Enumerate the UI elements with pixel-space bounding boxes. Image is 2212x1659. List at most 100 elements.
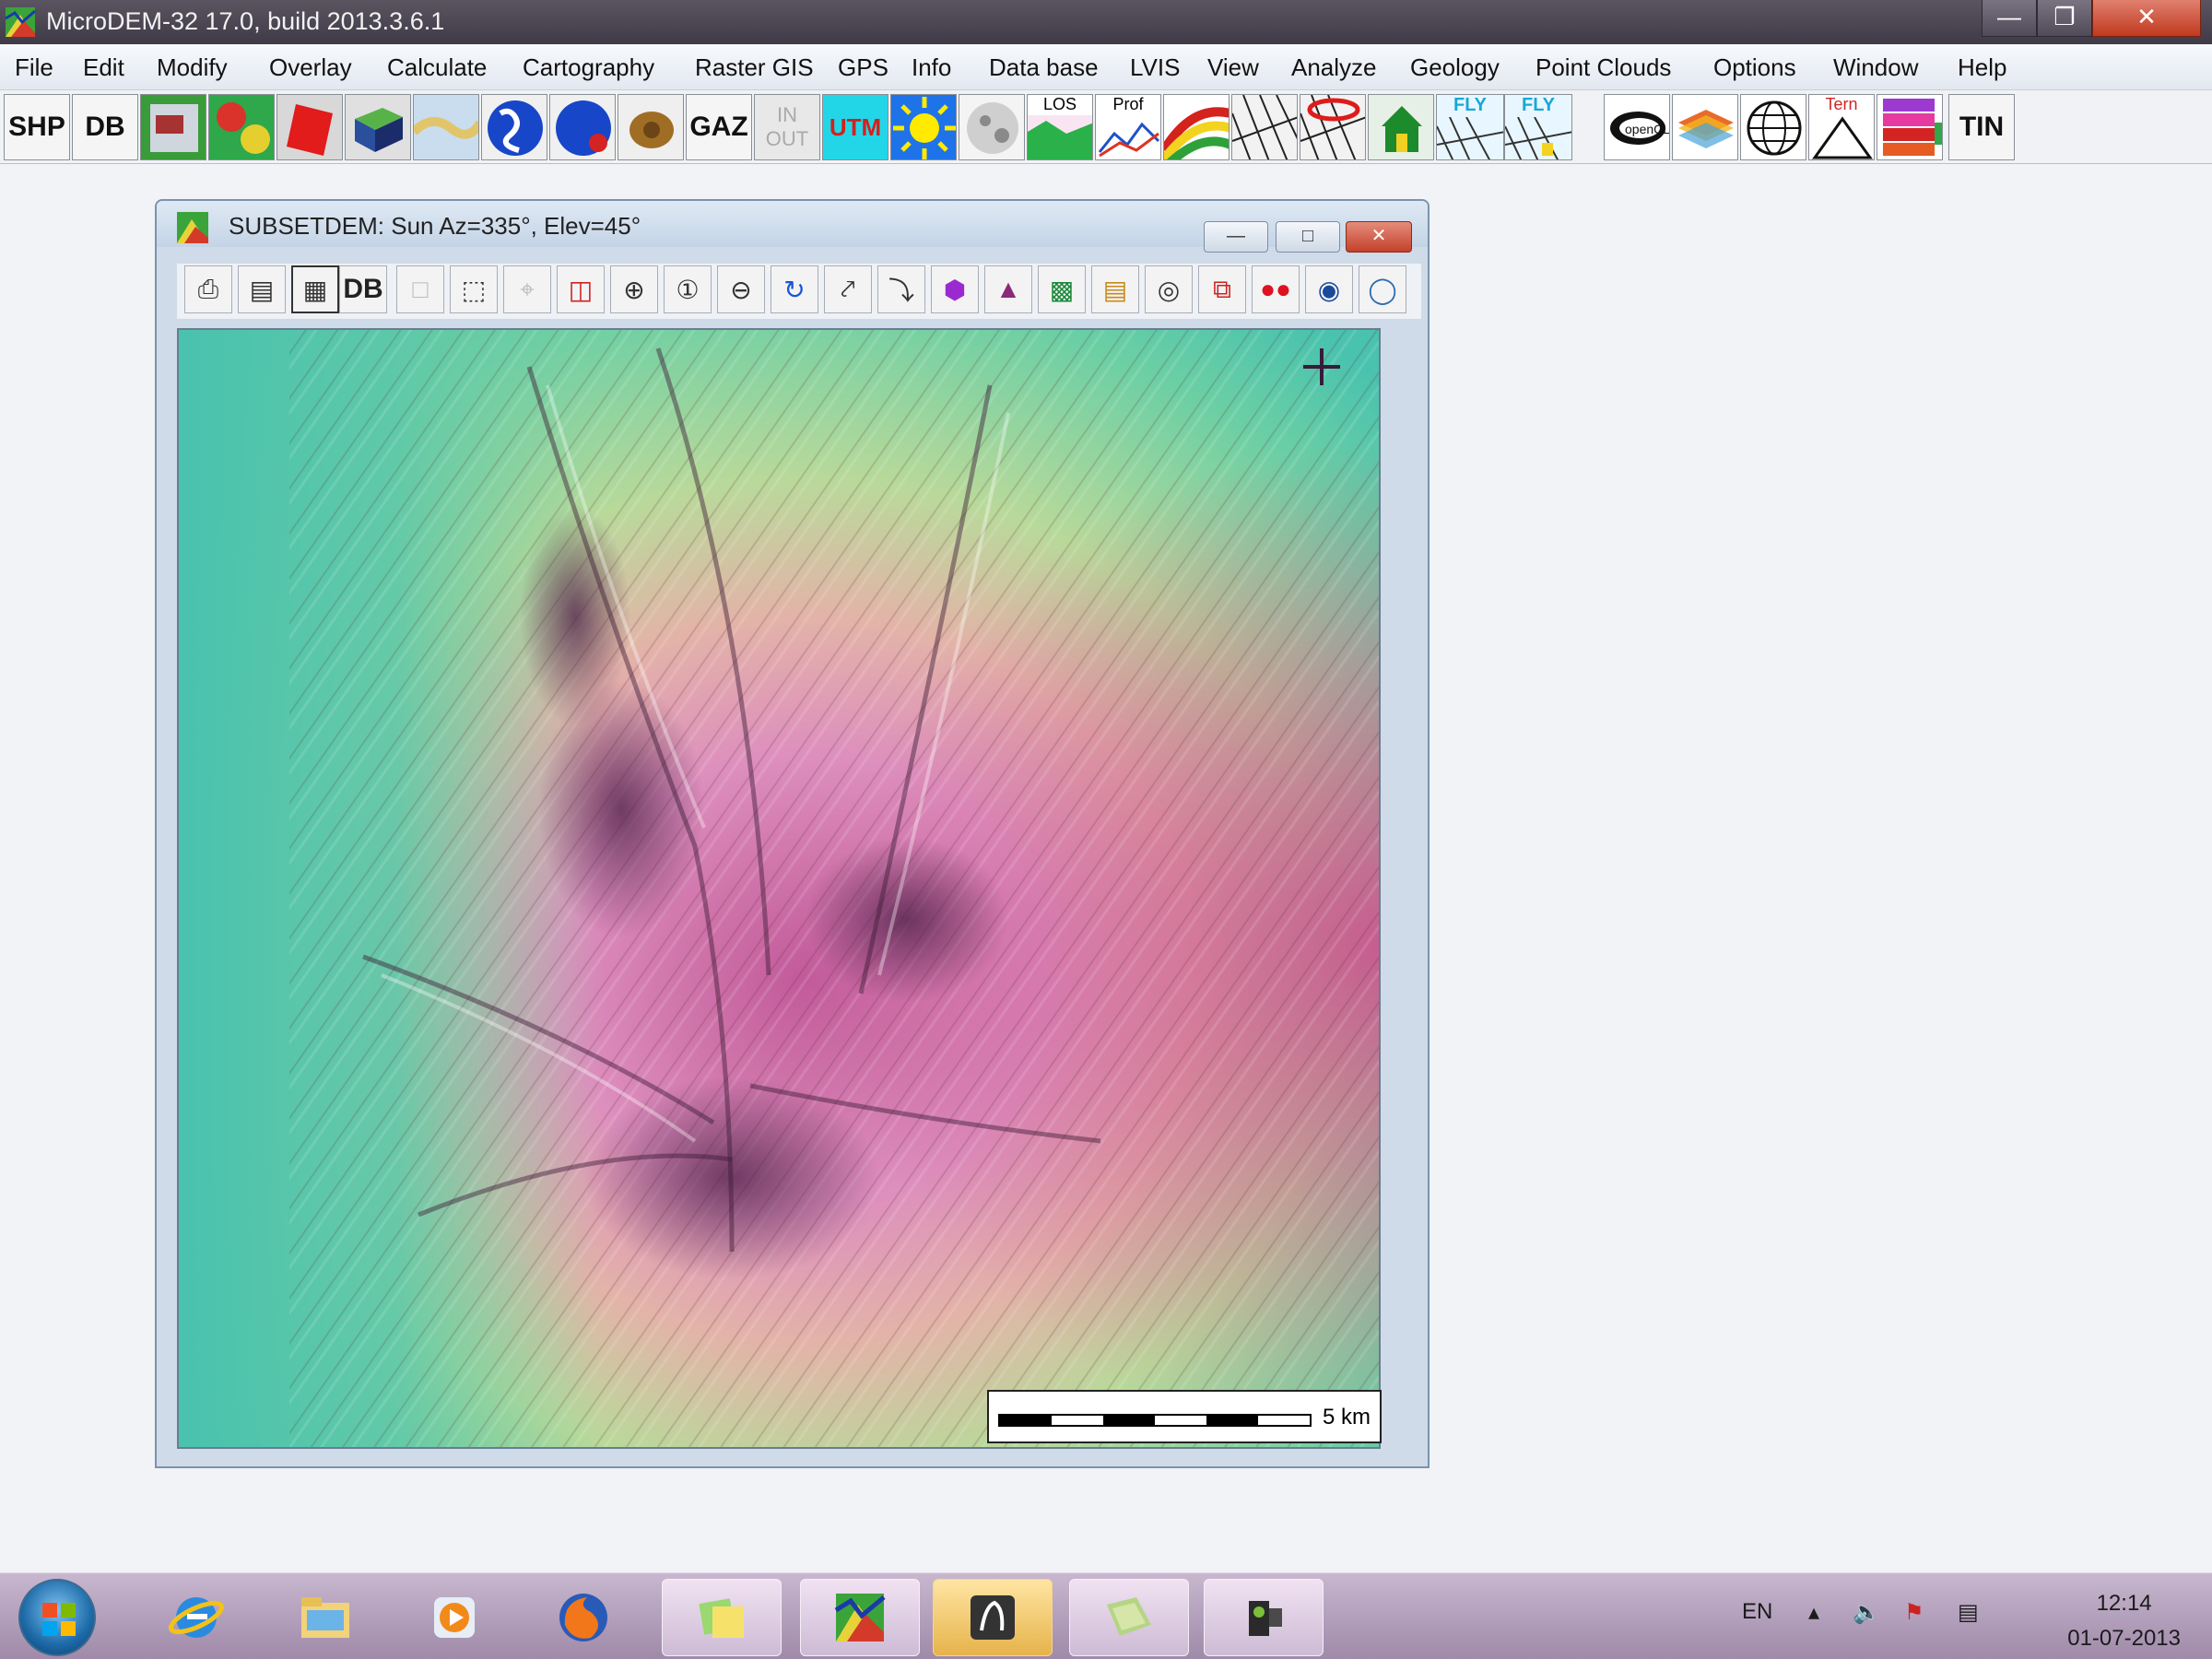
utm-button[interactable]: UTM [822,94,888,160]
action-center-button[interactable]: ⚑ [1904,1599,1924,1626]
measure-distance-button[interactable]: ⤤ [824,265,872,313]
turtle-button[interactable] [618,94,684,160]
area-polygon-button[interactable]: ⬢ [931,265,979,313]
zoom-full-icon: ① [676,275,700,304]
taskbar-file-explorer[interactable] [265,1579,385,1656]
gazetteer-button[interactable]: GAZ [686,94,752,160]
opencl-button[interactable]: openCL [1604,94,1670,160]
3d-block-button[interactable] [345,94,411,160]
google-earth-button[interactable]: ◉ [1305,265,1353,313]
globe-grid-button[interactable] [1740,94,1806,160]
menu-database[interactable]: Data base [989,53,1099,82]
menu-edit[interactable]: Edit [83,53,124,82]
contour-button[interactable]: ▤ [1091,265,1139,313]
zoom-out-button[interactable]: ⊖ [717,265,765,313]
drainage-button[interactable] [1300,94,1366,160]
menu-info[interactable]: Info [912,53,951,82]
opencl-icon: openCL [1610,112,1669,145]
start-button[interactable] [18,1579,96,1656]
target-button[interactable]: ◎ [1145,265,1193,313]
sun-button[interactable] [890,94,957,160]
taskbar-sticky-notes[interactable] [662,1579,782,1656]
world-map-button[interactable] [481,94,547,160]
slope-button[interactable] [1163,94,1230,160]
house-button[interactable] [1368,94,1434,160]
dem-db-button[interactable]: DB [339,265,387,313]
fly-through-button[interactable]: FLY [1436,94,1504,160]
taskbar-microdem[interactable] [800,1579,920,1656]
language-indicator[interactable]: EN [1742,1599,1772,1625]
zoom-fit-button[interactable]: ◫ [557,265,605,313]
menu-file[interactable]: File [15,53,53,82]
minimize-button[interactable]: — [1982,0,2037,37]
menu-modify[interactable]: Modify [157,53,228,82]
menu-help[interactable]: Help [1958,53,2006,82]
map-overlay-button[interactable]: ▩ [1038,265,1086,313]
menu-window[interactable]: Window [1833,53,1918,82]
fly-through-2-button[interactable]: FLY [1504,94,1572,160]
ternary-triangle-icon [1812,116,1873,159]
red-layer-button[interactable] [276,94,343,160]
stereo-button[interactable]: ●● [1252,265,1300,313]
taskbar-recorder[interactable] [933,1579,1053,1656]
volume-button[interactable]: 🔈 [1853,1599,1880,1626]
pan-button[interactable]: ⌖ [503,265,551,313]
print-button[interactable]: ⎙ [184,265,232,313]
zoom-in-button[interactable]: ⊕ [610,265,658,313]
satellite-button[interactable] [413,94,479,160]
open-image-button[interactable] [208,94,275,160]
dem-window-icon [177,212,208,243]
moon-button[interactable] [959,94,1025,160]
world-projection-button[interactable] [549,94,616,160]
network-button[interactable]: ▤ [1958,1599,1979,1626]
taskbar-firefox[interactable] [524,1579,643,1656]
legend-button[interactable]: ▤ [238,265,286,313]
web-map-button[interactable]: ◯ [1359,265,1406,313]
zoom-full-button[interactable]: ① [664,265,712,313]
open-dem-button[interactable] [140,94,206,160]
measure-path-button[interactable]: ⤵ [877,265,925,313]
show-hidden-icons-button[interactable]: ▴ [1808,1599,1819,1626]
dem-close-button[interactable]: ✕ [1346,221,1412,253]
close-button[interactable]: ✕ [2092,0,2201,37]
select-area-button[interactable]: □ [396,265,444,313]
maximize-button[interactable]: ❐ [2037,0,2092,37]
windows-logo-icon [42,1603,76,1636]
menu-point-clouds[interactable]: Point Clouds [1535,53,1671,82]
menu-lvis[interactable]: LVIS [1130,53,1180,82]
redraw-button[interactable]: ↻ [771,265,818,313]
menu-geology[interactable]: Geology [1410,53,1500,82]
in-out-button[interactable]: IN OUT [754,94,820,160]
db-button[interactable]: DB [72,94,138,160]
clock[interactable]: 12:14 01-07-2013 [2067,1586,2181,1656]
layers-button[interactable]: ⧉ [1198,265,1246,313]
shp-button[interactable]: SHP [4,94,70,160]
menu-view[interactable]: View [1207,53,1259,82]
bricks-button[interactable] [1877,94,1943,160]
subset-button[interactable]: ⬚ [450,265,498,313]
grid-net-button[interactable] [1231,94,1298,160]
taskbar-video-recorder[interactable] [1204,1579,1324,1656]
tin-button[interactable]: TIN [1948,94,2015,160]
menu-gps[interactable]: GPS [838,53,888,82]
taskbar-internet-explorer[interactable] [136,1579,256,1656]
zoom-in-icon: ⊕ [623,275,645,304]
menu-raster-gis[interactable]: Raster GIS [695,53,814,82]
los-button[interactable]: LOS [1027,94,1093,160]
map-options-button[interactable]: ▦ [291,265,339,313]
taskbar-media-player[interactable] [394,1579,514,1656]
taskbar-map-app[interactable] [1069,1579,1189,1656]
dem-minimize-button[interactable]: — [1204,221,1268,253]
dem-map-canvas[interactable] [177,328,1381,1449]
menu-calculate[interactable]: Calculate [387,53,487,82]
dem-maximize-button[interactable]: □ [1276,221,1340,253]
menu-cartography[interactable]: Cartography [523,53,654,82]
menu-analyze[interactable]: Analyze [1291,53,1377,82]
surface-button[interactable] [1672,94,1738,160]
dem-window-title-bar[interactable]: SUBSETDEM: Sun Az=335°, Elev=45° — □ ✕ [157,201,1428,253]
profile-button[interactable]: Prof [1095,94,1161,160]
menu-overlay[interactable]: Overlay [269,53,352,82]
ternary-button[interactable]: Tern [1808,94,1875,160]
peak-button[interactable]: ▲ [984,265,1032,313]
menu-options[interactable]: Options [1713,53,1796,82]
